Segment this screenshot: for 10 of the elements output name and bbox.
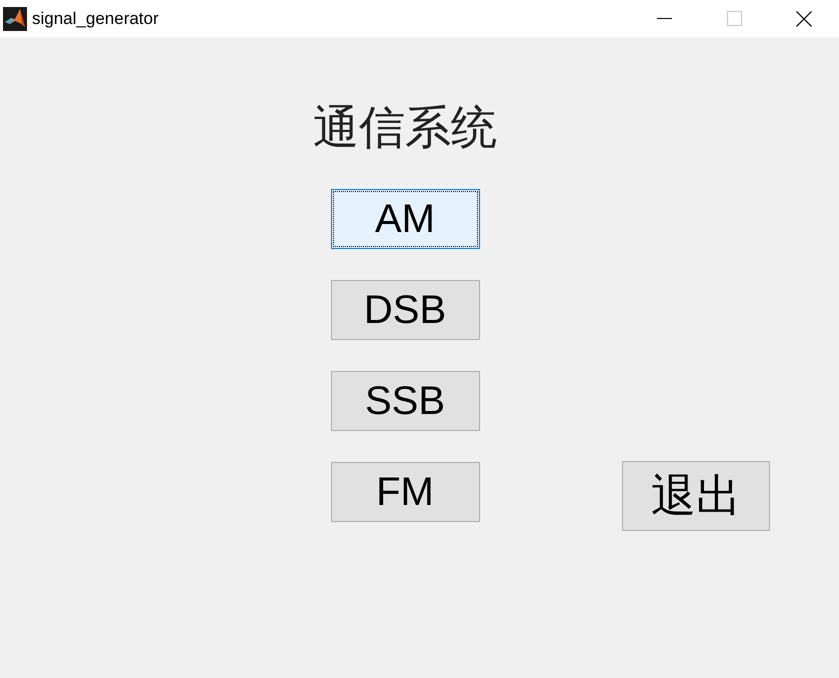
- mode-button[interactable]: SSB: [330, 371, 480, 431]
- close-icon[interactable]: [796, 10, 812, 26]
- app-icon: [3, 6, 27, 30]
- mode-button[interactable]: AM: [330, 189, 480, 249]
- minimize-icon[interactable]: [656, 18, 672, 19]
- window-title: signal_generator: [32, 8, 160, 28]
- mode-button[interactable]: DSB: [330, 280, 480, 340]
- heading: 通信系统: [313, 101, 497, 155]
- mode-button[interactable]: FM: [330, 462, 480, 522]
- exit-button[interactable]: 退出: [622, 461, 770, 531]
